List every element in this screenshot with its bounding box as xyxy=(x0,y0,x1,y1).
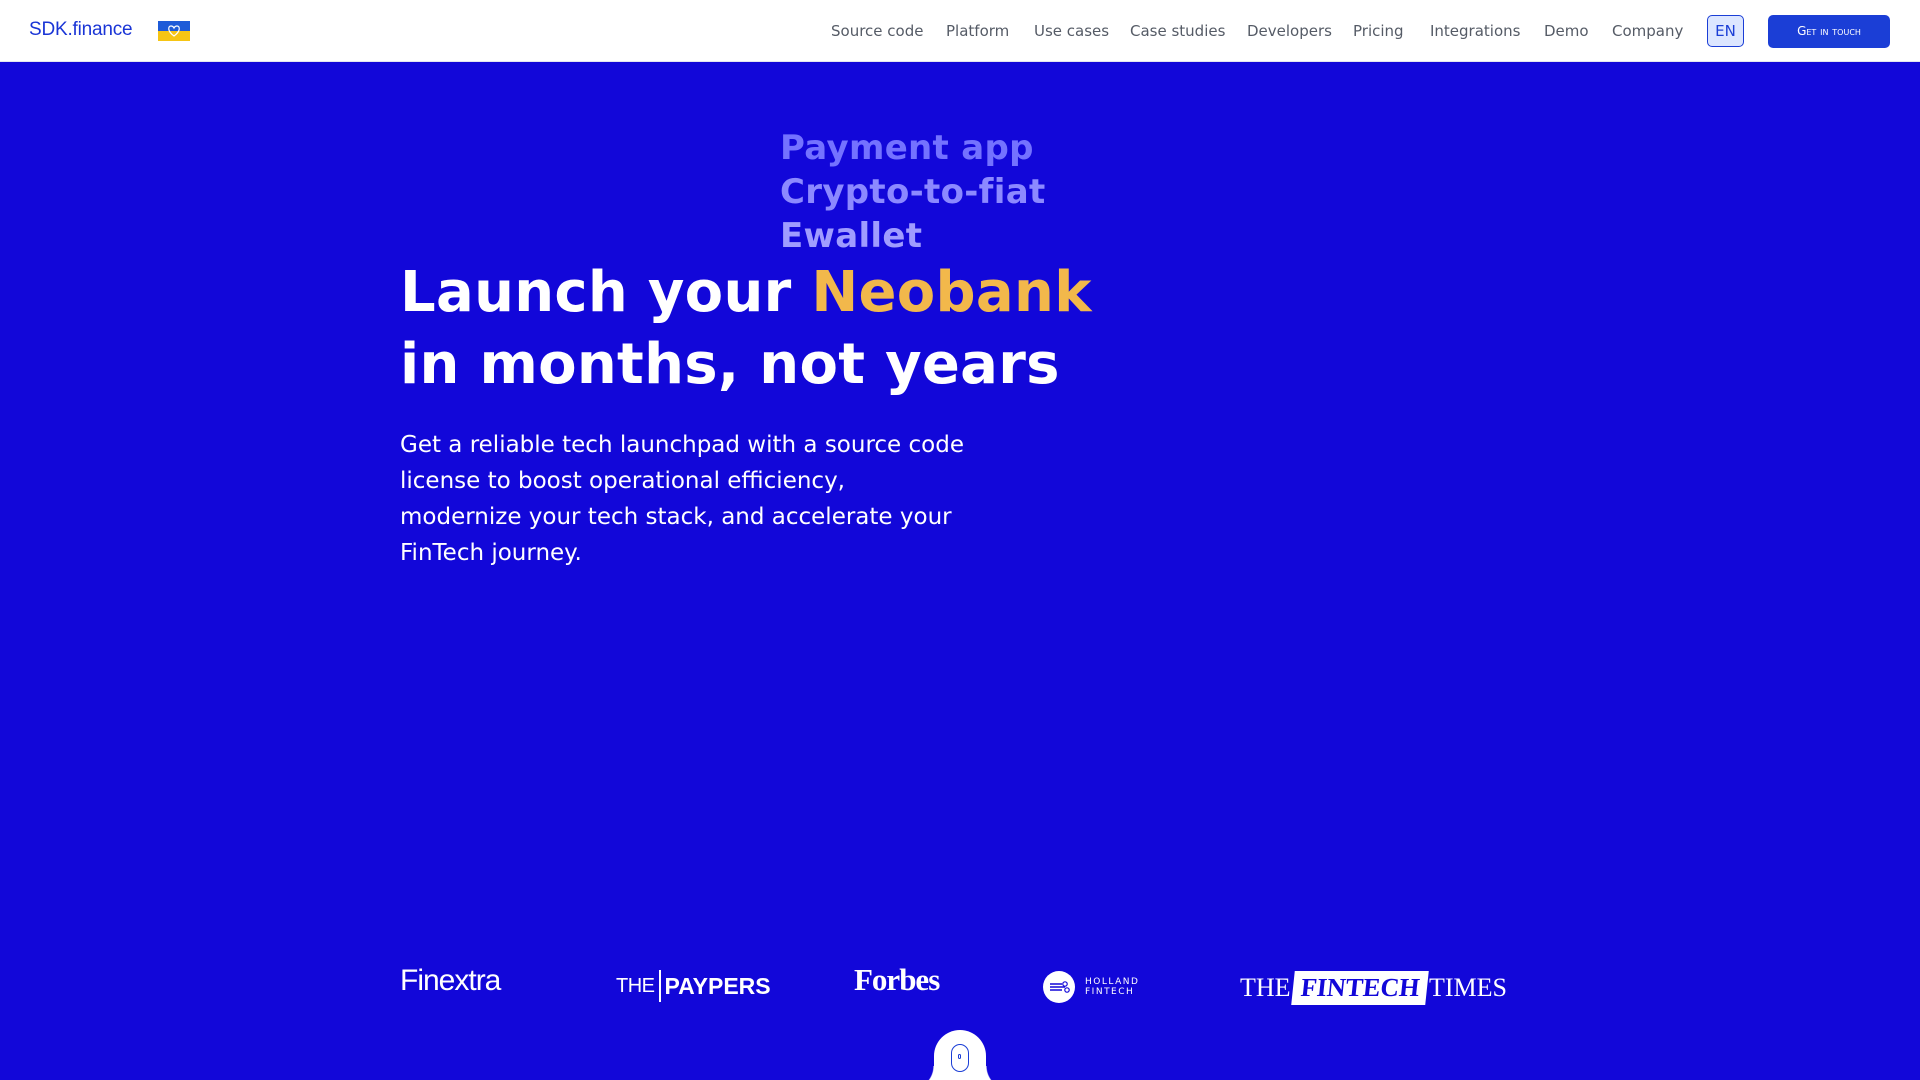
nav-company[interactable]: Company xyxy=(1612,0,1683,62)
headline-prefix: Launch your xyxy=(400,260,812,325)
ftimes-fintech: FINTECH xyxy=(1290,971,1429,1005)
paypers-divider xyxy=(658,970,661,1002)
nav-use-cases[interactable]: Use cases xyxy=(1034,0,1109,62)
forbes-logo: Forbes xyxy=(854,962,940,997)
rotating-word: Ewallet xyxy=(780,216,923,256)
hero-headline: Launch your Neobank xyxy=(400,260,1092,325)
holland-fintech-text: HOLLAND FINTECH xyxy=(1085,977,1139,997)
holland-fintech-line1: HOLLAND xyxy=(1085,977,1140,987)
get-in-touch-button[interactable]: Get in touch xyxy=(1768,15,1890,48)
language-selector[interactable]: EN xyxy=(1707,15,1744,47)
rotating-word: Crypto-to-fiat xyxy=(780,172,1046,212)
the-paypers-logo: THE PAYPERS xyxy=(616,964,771,1008)
hero-subheadline: Get a reliable tech launchpad with a sou… xyxy=(400,432,964,566)
finextra-logo: Finextra xyxy=(400,964,501,997)
ukraine-flag-heart-icon xyxy=(158,21,190,41)
headline-accent: Neobank xyxy=(811,260,1092,325)
rotating-word: Payment app xyxy=(780,128,1034,168)
nav-integrations[interactable]: Integrations xyxy=(1430,0,1520,62)
scroll-indicator xyxy=(910,1030,1010,1080)
holland-fintech-line2: FINTECH xyxy=(1085,987,1135,997)
site-logo[interactable]: SDK.finance xyxy=(29,19,133,41)
ftimes-times: TIMES xyxy=(1429,973,1508,1002)
mouse-wheel xyxy=(958,1054,961,1059)
nav-case-studies[interactable]: Case studies xyxy=(1130,0,1225,62)
nav-developers[interactable]: Developers xyxy=(1247,0,1332,62)
nav-pricing[interactable]: Pricing xyxy=(1353,0,1404,62)
hero-headline-line2: in months, not years xyxy=(400,332,1060,397)
holland-fintech-logo: HOLLAND FINTECH xyxy=(1043,965,1139,1009)
nav-platform[interactable]: Platform xyxy=(946,0,1009,62)
mouse-scroll-icon[interactable] xyxy=(951,1044,969,1072)
nav-demo[interactable]: Demo xyxy=(1544,0,1589,62)
paypers-the: THE xyxy=(616,974,655,997)
the-fintech-times-logo: THE FINTECH TIMES xyxy=(1240,966,1507,1010)
paypers-name: PAYPERS xyxy=(664,972,771,999)
holland-fintech-emblem-icon xyxy=(1043,971,1075,1003)
nav-source-code[interactable]: Source code xyxy=(831,0,923,62)
top-navigation-bar: SDK.finance Source code Platform Use cas… xyxy=(0,0,1920,62)
ftimes-the: THE xyxy=(1240,973,1291,1002)
